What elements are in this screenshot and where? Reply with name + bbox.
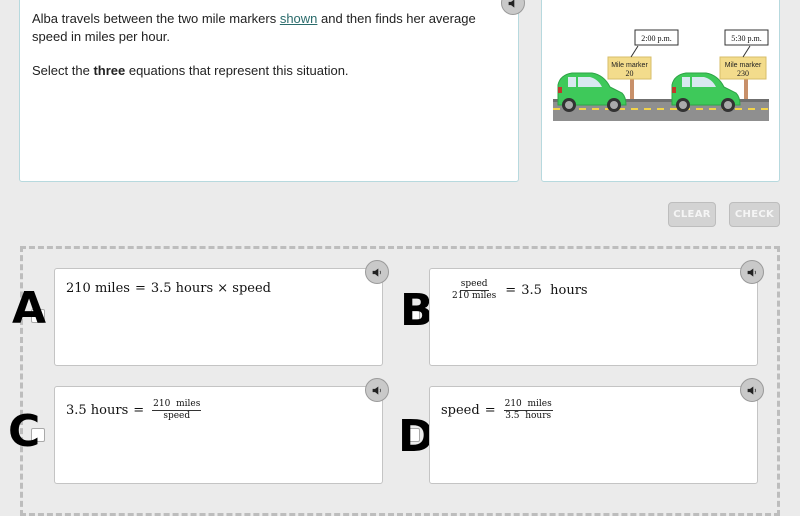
option-c-numerator: 210 miles [152, 399, 202, 411]
option-b-audio-button[interactable] [740, 260, 764, 284]
marker-1-label: Mile marker [611, 62, 648, 69]
option-c-card[interactable]: 3.5 hours = 210 miles speed [54, 386, 383, 484]
option-b-numerator: speed [459, 279, 489, 291]
instruction-prefix: Select the [32, 63, 94, 78]
option-b-equation: speed 210 miles = 3.5 hours [448, 279, 588, 302]
prompt-text-1: Alba travels between the two mile marker… [32, 11, 280, 26]
instruction-suffix: equations that represent this situation. [125, 63, 349, 78]
marker-1-time: 2:00 p.m. [641, 34, 671, 43]
speaker-icon [372, 267, 381, 277]
mile-marker-1: Mile marker 20 2:00 p.m. [607, 29, 679, 99]
marker-2-time: 5:30 p.m. [731, 34, 761, 43]
option-c-fraction: 210 miles speed [152, 399, 202, 422]
option-d-fraction: 210 miles 3.5 hours [503, 399, 553, 422]
instruction-bold: three [93, 63, 126, 78]
speaker-icon [747, 267, 756, 277]
question-prompt: Alba travels between the two mile marker… [32, 10, 512, 46]
option-c-equation: 3.5 hours = 210 miles speed [66, 399, 204, 422]
option-b-equals: = [505, 283, 517, 298]
speaker-icon [372, 385, 381, 395]
question-instruction: Select the three equations that represen… [32, 62, 512, 80]
option-d-equals: = [484, 403, 496, 418]
option-d-denominator: 3.5 hours [505, 411, 552, 421]
question-text: Alba travels between the two mile marker… [32, 10, 512, 96]
option-c-equals: = [133, 403, 145, 418]
option-a-equals: = [134, 281, 146, 296]
option-a-letter-annotation: A [12, 283, 47, 334]
option-d-audio-button[interactable] [740, 378, 764, 402]
option-c-lhs: 3.5 hours [66, 403, 129, 418]
option-c-denominator: speed [163, 411, 191, 421]
option-b-rhs: 3.5 hours [521, 283, 588, 298]
option-d-card[interactable]: speed = 210 miles 3.5 hours [429, 386, 758, 484]
option-b-card[interactable]: speed 210 miles = 3.5 hours [429, 268, 758, 366]
option-c-audio-button[interactable] [365, 378, 389, 402]
option-d-lhs: speed [441, 403, 480, 418]
question-panel: Alba travels between the two mile marker… [19, 0, 519, 182]
option-b-denominator: 210 miles [452, 291, 497, 301]
option-d-equation: speed = 210 miles 3.5 hours [441, 399, 556, 422]
option-c-letter-annotation: C [8, 406, 41, 457]
clear-button[interactable]: CLEAR [668, 202, 716, 227]
marker-1-number: 20 [626, 69, 634, 78]
option-a-rhs: 3.5 hours × speed [150, 281, 271, 296]
marker-2-number: 230 [737, 69, 749, 78]
option-a-card[interactable]: 210 miles = 3.5 hours × speed [54, 268, 383, 366]
option-a-lhs: 210 miles [66, 281, 130, 296]
speaker-icon [508, 0, 514, 8]
image-panel: Mile marker 20 2:00 p.m. Mile marker 230… [541, 0, 780, 182]
option-b-fraction: speed 210 miles [451, 279, 497, 302]
mile-marker-illustration: Mile marker 20 2:00 p.m. Mile marker 230… [553, 29, 769, 121]
marker-2-label: Mile marker [725, 62, 762, 69]
speaker-icon [747, 385, 756, 395]
shown-link[interactable]: shown [280, 11, 318, 26]
option-a-audio-button[interactable] [365, 260, 389, 284]
option-d-numerator: 210 miles [503, 399, 553, 411]
check-button[interactable]: CHECK [729, 202, 780, 227]
option-a-equation: 210 miles = 3.5 hours × speed [66, 281, 271, 296]
